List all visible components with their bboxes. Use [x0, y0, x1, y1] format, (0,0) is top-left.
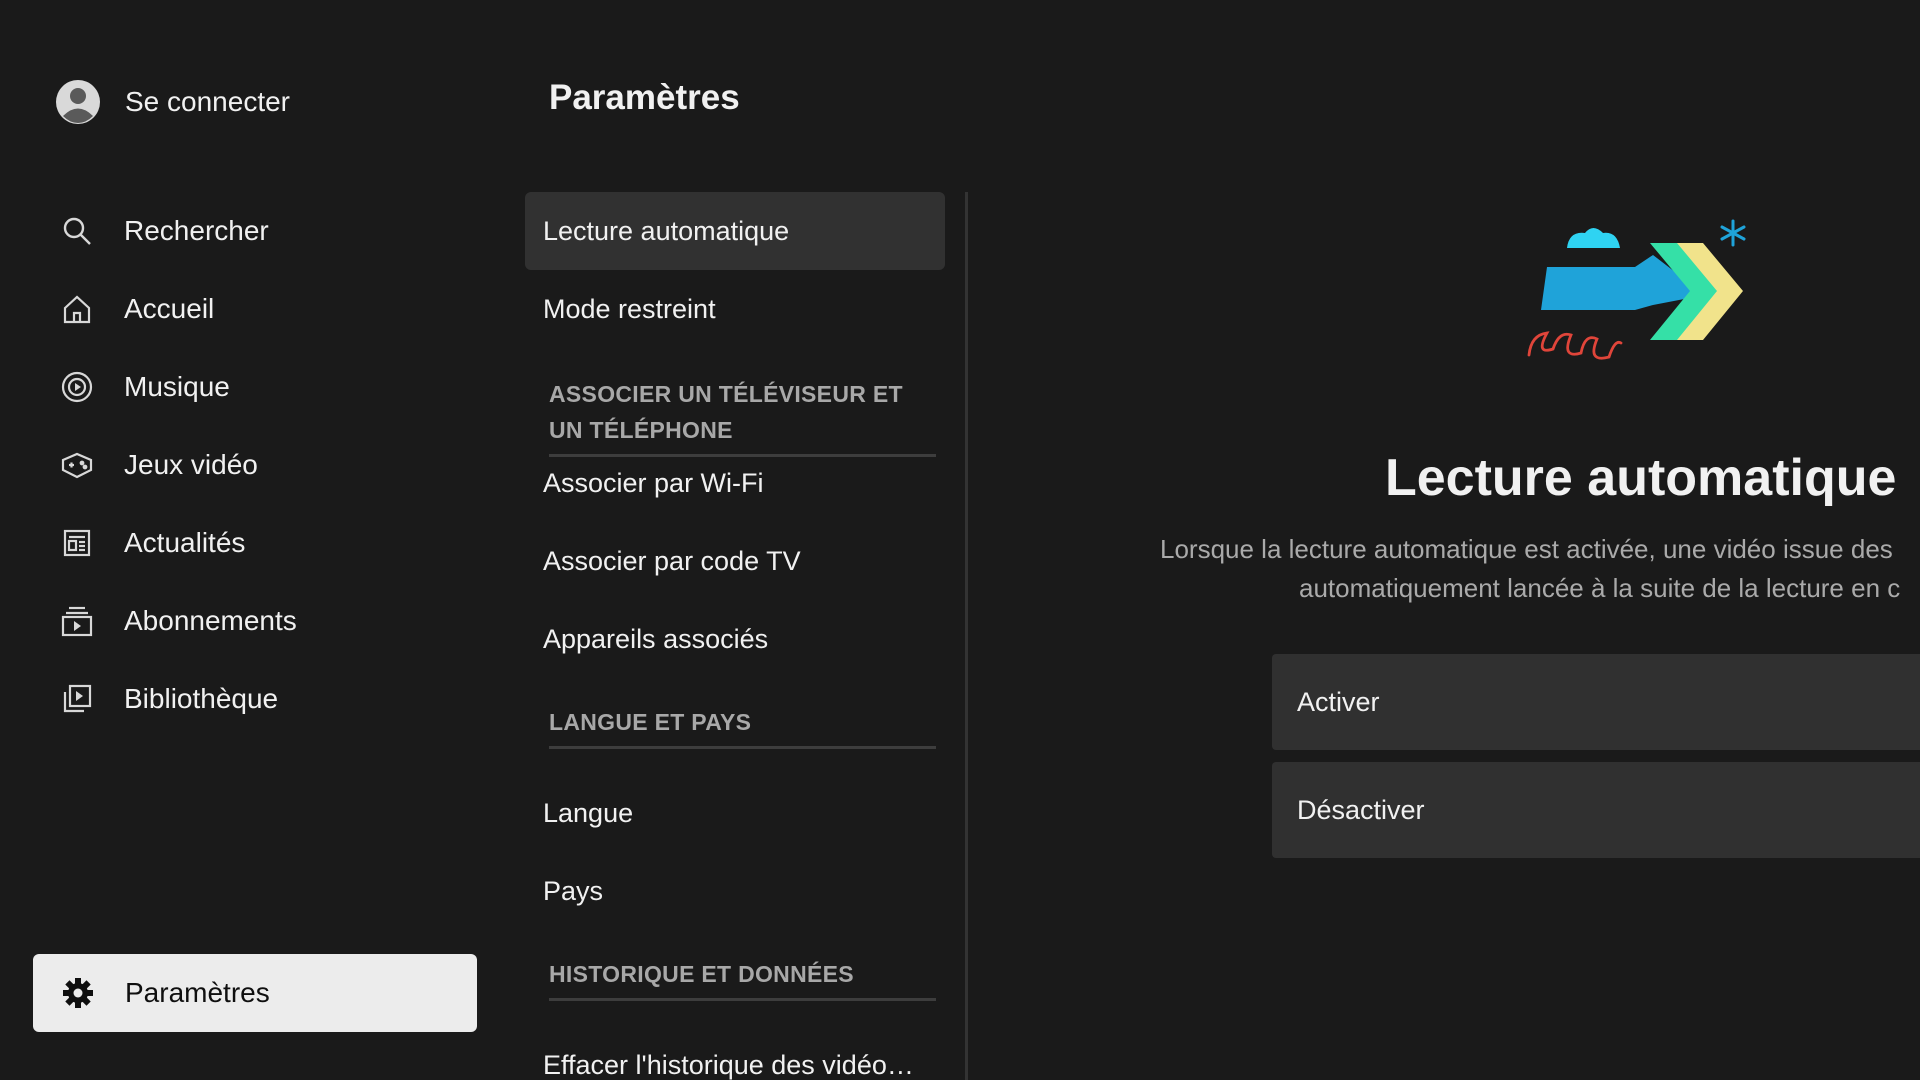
detail-description: Lorsque la lecture automatique est activ… — [1140, 530, 1920, 610]
page-title: Paramètres — [549, 78, 740, 117]
menu-item-pair-wifi[interactable]: Associer par Wi-Fi — [525, 444, 945, 522]
sidebar-item-gaming[interactable]: Jeux vidéo — [60, 438, 258, 492]
detail-title: Lecture automatique — [1385, 449, 1897, 507]
gear-icon — [61, 976, 95, 1010]
section-header-language-country: LANGUE ET PAYS — [549, 704, 936, 749]
sidebar-item-label: Musique — [124, 371, 230, 402]
menu-item-pair-tv-code[interactable]: Associer par code TV — [525, 522, 945, 600]
home-icon — [60, 292, 94, 326]
library-icon — [60, 682, 94, 716]
panel-divider — [965, 192, 968, 1080]
sidebar-item-label: Bibliothèque — [124, 683, 279, 714]
account-circle-icon — [55, 79, 101, 125]
sidebar-item-music[interactable]: Musique — [60, 360, 230, 414]
music-icon — [60, 370, 94, 404]
sidebar-item-library[interactable]: Bibliothèque — [60, 672, 278, 726]
gamepad-icon — [60, 448, 94, 482]
menu-item-language[interactable]: Langue — [525, 774, 945, 852]
news-icon — [60, 526, 94, 560]
sidebar-item-home[interactable]: Accueil — [60, 282, 214, 336]
sidebar-item-search[interactable]: Rechercher — [60, 204, 269, 258]
menu-item-country[interactable]: Pays — [525, 852, 945, 930]
description-line-2: automatiquement lancée à la suite de la … — [1299, 573, 1901, 603]
sidebar-item-settings[interactable]: Paramètres — [33, 954, 477, 1032]
sign-in-label: Se connecter — [125, 86, 290, 117]
sidebar-item-label: Abonnements — [124, 605, 297, 636]
section-header-history-data: HISTORIQUE ET DONNÉES — [549, 956, 936, 1001]
sidebar-item-label: Accueil — [124, 293, 215, 324]
sidebar-item-label: Paramètres — [125, 977, 270, 1008]
sidebar-item-label: Rechercher — [124, 215, 269, 246]
sign-in-button[interactable]: Se connecter — [55, 78, 290, 126]
sidebar-item-news[interactable]: Actualités — [60, 516, 245, 570]
autoplay-arrow-illustration — [1525, 215, 1755, 370]
menu-item-linked-devices[interactable]: Appareils associés — [525, 600, 945, 678]
sidebar-item-label: Actualités — [124, 527, 246, 558]
description-line-1: Lorsque la lecture automatique est activ… — [1160, 534, 1893, 564]
menu-item-autoplay[interactable]: Lecture automatique — [525, 192, 945, 270]
menu-item-restricted-mode[interactable]: Mode restreint — [525, 270, 945, 348]
subscriptions-icon — [60, 604, 94, 638]
app-root: Se connecter Rechercher Accueil Musique — [0, 0, 1920, 1080]
sidebar-item-subscriptions[interactable]: Abonnements — [60, 594, 297, 648]
disable-option-button[interactable]: Désactiver — [1272, 762, 1920, 858]
menu-item-clear-history[interactable]: Effacer l'historique des vidéo… — [525, 1026, 945, 1080]
search-icon — [60, 214, 94, 248]
sidebar-item-label: Jeux vidéo — [124, 449, 258, 480]
enable-option-button[interactable]: Activer — [1272, 654, 1920, 750]
